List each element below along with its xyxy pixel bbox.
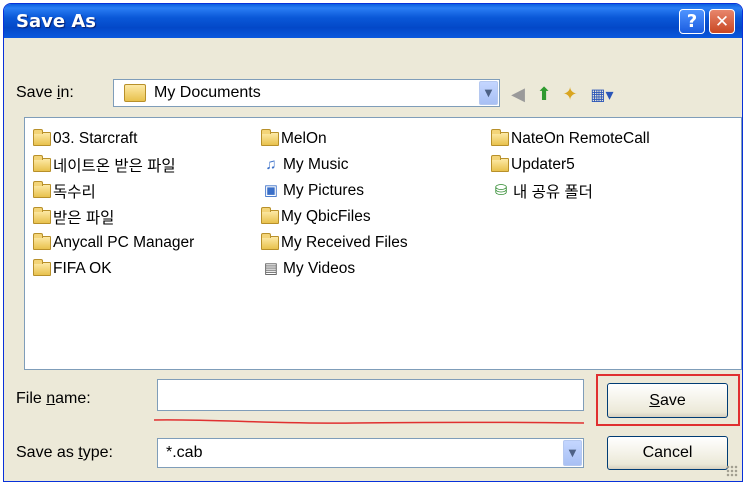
new-folder-icon[interactable]: ✦ xyxy=(558,83,582,105)
folder-icon xyxy=(33,129,51,146)
list-item[interactable]: ♫ My Music xyxy=(261,154,348,176)
list-item[interactable]: ▣ My Pictures xyxy=(261,180,364,202)
save-as-type-label: Save as type: xyxy=(16,444,113,461)
list-item[interactable]: NateOn RemoteCall xyxy=(491,128,650,150)
list-item[interactable]: 03. Starcraft xyxy=(33,128,137,150)
folder-icon xyxy=(33,259,51,276)
list-item[interactable]: ⛁ 내 공유 폴더 xyxy=(491,180,593,202)
save-as-dialog: Save As ? ✕ Save in: My Documents ▼ ◀ ⬆ … xyxy=(3,3,743,482)
save-in-label: Save in: xyxy=(16,84,74,101)
save-in-select[interactable]: My Documents ▼ xyxy=(113,79,500,107)
window-title: Save As xyxy=(16,11,96,32)
back-icon[interactable]: ◀ xyxy=(506,83,530,105)
save-as-type-value: *.cab xyxy=(166,444,203,461)
help-button[interactable]: ? xyxy=(679,9,705,34)
close-icon: ✕ xyxy=(714,11,730,32)
folder-icon xyxy=(33,207,51,224)
file-name-label: File name: xyxy=(16,390,91,407)
file-list[interactable]: 03. Starcraft 네이트온 받은 파일 독수리 받은 파일 Anyca… xyxy=(24,117,742,370)
chevron-down-icon[interactable]: ▼ xyxy=(479,81,498,105)
list-item[interactable]: My QbicFiles xyxy=(261,206,371,228)
folder-icon xyxy=(33,155,51,172)
list-item[interactable]: ▤ My Videos xyxy=(261,258,355,280)
folder-icon xyxy=(33,181,51,198)
list-item[interactable]: MelOn xyxy=(261,128,327,150)
list-item[interactable]: Anycall PC Manager xyxy=(33,232,194,254)
shared-folder-icon: ⛁ xyxy=(494,182,508,199)
save-as-type-select[interactable]: *.cab ▼ xyxy=(157,438,584,468)
list-item[interactable]: Updater5 xyxy=(491,154,575,176)
title-bar[interactable]: Save As ? ✕ xyxy=(4,4,742,38)
folder-icon xyxy=(261,207,279,224)
folder-icon xyxy=(491,129,509,146)
save-in-value: My Documents xyxy=(154,84,261,101)
list-item[interactable]: FIFA OK xyxy=(33,258,112,280)
my-documents-icon xyxy=(124,84,146,102)
help-icon: ? xyxy=(686,11,698,32)
pictures-folder-icon: ▣ xyxy=(263,182,279,199)
list-item[interactable]: 네이트온 받은 파일 xyxy=(33,154,176,176)
view-menu-icon[interactable]: ▦▾ xyxy=(586,83,618,105)
music-folder-icon: ♫ xyxy=(265,156,277,173)
cancel-button[interactable]: Cancel xyxy=(607,436,728,470)
annotation-highlight-box xyxy=(596,374,740,426)
annotation-underline xyxy=(154,419,584,424)
folder-icon xyxy=(491,155,509,172)
chevron-down-icon[interactable]: ▼ xyxy=(563,440,582,466)
list-item[interactable]: My Received Files xyxy=(261,232,408,254)
up-folder-icon[interactable]: ⬆ xyxy=(532,83,556,105)
list-item[interactable]: 독수리 xyxy=(33,180,96,202)
resize-grip[interactable] xyxy=(726,465,738,477)
folder-icon xyxy=(261,233,279,250)
folder-icon xyxy=(33,233,51,250)
folder-icon xyxy=(261,129,279,146)
videos-folder-icon: ▤ xyxy=(263,260,279,277)
file-name-input[interactable] xyxy=(157,379,584,411)
list-item[interactable]: 받은 파일 xyxy=(33,206,114,228)
close-button[interactable]: ✕ xyxy=(709,9,735,34)
